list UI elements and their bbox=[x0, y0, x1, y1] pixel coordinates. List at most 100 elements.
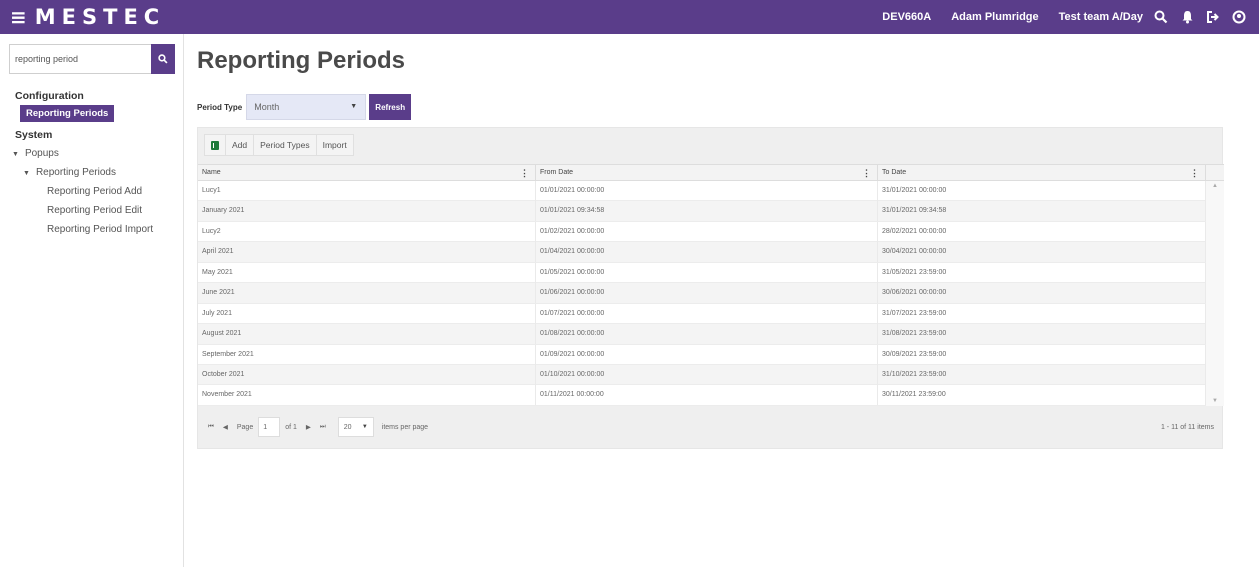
grid-scrollbar[interactable]: ▲ ▼ bbox=[1206, 181, 1224, 406]
table-row[interactable]: January 2021 01/01/2021 09:34:58 31/01/2… bbox=[198, 201, 1224, 222]
hamburger-icon[interactable]: ≡ bbox=[10, 5, 27, 29]
cell-from-date: 01/02/2021 00:00:00 bbox=[536, 221, 878, 242]
grid-body: Lucy1 01/01/2021 00:00:00 31/01/2021 00:… bbox=[198, 181, 1224, 406]
table-row[interactable]: Lucy1 01/01/2021 00:00:00 31/01/2021 00:… bbox=[198, 181, 1224, 202]
cell-to-date: 30/06/2021 00:00:00 bbox=[878, 283, 1206, 304]
nav-item-popups-label: Popups bbox=[24, 148, 59, 159]
sidebar-search-button[interactable] bbox=[151, 44, 175, 74]
cell-to-date: 31/07/2021 23:59:00 bbox=[878, 303, 1206, 324]
items-per-page-label: items per page bbox=[381, 423, 429, 431]
cell-to-date: 31/10/2021 23:59:00 bbox=[878, 364, 1206, 385]
last-page-icon[interactable]: ⏭ bbox=[320, 423, 326, 431]
sidebar-item-reporting-periods-active[interactable]: Reporting Periods bbox=[20, 105, 115, 122]
column-header-to-date[interactable]: To Date ⋮ bbox=[878, 165, 1206, 181]
nav-group-system[interactable]: System bbox=[0, 127, 184, 144]
refresh-button[interactable]: Refresh bbox=[369, 94, 412, 120]
export-excel-button[interactable] bbox=[204, 134, 226, 156]
pager-info: 1 - 11 of 11 items bbox=[1160, 423, 1214, 431]
period-type-label: Period Type bbox=[197, 102, 243, 112]
scroll-up-icon[interactable]: ▲ bbox=[1212, 183, 1218, 189]
cell-to-date: 30/09/2021 23:59:00 bbox=[878, 344, 1206, 365]
period-types-button[interactable]: Period Types bbox=[253, 134, 317, 156]
page-size-value: 20 bbox=[343, 423, 352, 431]
excel-icon bbox=[211, 140, 219, 150]
page-of-label: of 1 bbox=[285, 423, 297, 431]
column-header-to-date-label: To Date bbox=[882, 169, 907, 176]
nav-item-reporting-periods[interactable]: ▼ Reporting Periods bbox=[0, 163, 184, 182]
cell-from-date: 01/11/2021 00:00:00 bbox=[536, 385, 878, 406]
column-header-from-date[interactable]: From Date ⋮ bbox=[536, 165, 878, 181]
scroll-down-icon[interactable]: ▼ bbox=[1212, 398, 1218, 404]
cell-from-date: 01/08/2021 00:00:00 bbox=[536, 324, 878, 345]
table-row[interactable]: June 2021 01/06/2021 00:00:00 30/06/2021… bbox=[198, 283, 1224, 304]
nav-item-reporting-period-add[interactable]: Reporting Period Add bbox=[0, 182, 184, 201]
nav-item-reporting-period-import[interactable]: Reporting Period Import bbox=[0, 220, 184, 239]
reporting-periods-grid: Name ⋮ From Date ⋮ To Date ⋮ Lucy1 01/01… bbox=[198, 164, 1224, 406]
bell-icon[interactable] bbox=[1179, 9, 1195, 25]
import-button[interactable]: Import bbox=[315, 134, 354, 156]
logout-icon[interactable] bbox=[1205, 9, 1221, 25]
page-number-input[interactable]: 1 bbox=[258, 417, 281, 437]
page-size-select[interactable]: 20 ▼ bbox=[337, 417, 374, 437]
prev-page-icon[interactable]: ◀ bbox=[223, 423, 228, 431]
period-type-filter: Period Type Month ▼ Refresh bbox=[197, 94, 412, 120]
column-menu-icon[interactable]: ⋮ bbox=[1190, 165, 1199, 181]
period-type-select[interactable]: Month ▼ bbox=[246, 94, 367, 120]
cell-to-date: 31/01/2021 00:00:00 bbox=[878, 181, 1206, 201]
column-menu-icon[interactable]: ⋮ bbox=[862, 165, 871, 181]
table-row[interactable]: October 2021 01/10/2021 00:00:00 31/10/2… bbox=[198, 364, 1224, 386]
user-link[interactable]: Adam Plumridge bbox=[951, 11, 1038, 23]
sidebar: Configuration Reporting Periods System ▼… bbox=[0, 34, 184, 567]
brand-logo: MESTEC bbox=[34, 5, 166, 29]
device-link[interactable]: DEV660A bbox=[882, 11, 931, 23]
cell-to-date: 30/11/2021 23:59:00 bbox=[878, 385, 1206, 406]
cell-from-date: 01/05/2021 00:00:00 bbox=[536, 262, 878, 283]
chevron-down-icon: ▼ bbox=[361, 424, 368, 430]
cell-from-date: 01/01/2021 09:34:58 bbox=[536, 201, 878, 222]
brand[interactable]: ≡ MESTEC bbox=[0, 5, 165, 29]
nav-item-popups[interactable]: ▼ Popups bbox=[0, 144, 184, 163]
first-page-icon[interactable]: ⏮ bbox=[208, 423, 214, 431]
cell-name: September 2021 bbox=[198, 344, 536, 365]
next-page-icon[interactable]: ▶ bbox=[306, 423, 311, 431]
table-row[interactable]: Lucy2 01/02/2021 00:00:00 28/02/2021 00:… bbox=[198, 221, 1224, 243]
column-header-from-date-label: From Date bbox=[540, 169, 574, 176]
grid-panel: Add Period Types Import Name ⋮ From Date… bbox=[197, 127, 1224, 449]
caret-down-icon: ▼ bbox=[12, 151, 19, 158]
table-row[interactable]: September 2021 01/09/2021 00:00:00 30/09… bbox=[198, 344, 1224, 365]
table-row[interactable]: November 2021 01/11/2021 00:00:00 30/11/… bbox=[198, 385, 1224, 406]
cell-from-date: 01/04/2021 00:00:00 bbox=[536, 242, 878, 263]
cell-from-date: 01/10/2021 00:00:00 bbox=[536, 364, 878, 385]
nav-group-configuration[interactable]: Configuration bbox=[0, 88, 184, 105]
period-type-value: Month bbox=[254, 102, 280, 112]
nav-item-reporting-period-edit[interactable]: Reporting Period Edit bbox=[0, 201, 184, 220]
cell-name: October 2021 bbox=[198, 364, 536, 385]
header-right: DEV660A Adam Plumridge Test team A/Day bbox=[862, 9, 1259, 25]
caret-down-icon: ▼ bbox=[23, 170, 30, 177]
cell-from-date: 01/07/2021 00:00:00 bbox=[536, 303, 878, 324]
column-header-name[interactable]: Name ⋮ bbox=[198, 165, 536, 181]
cell-to-date: 31/05/2021 23:59:00 bbox=[878, 262, 1206, 283]
cell-name: January 2021 bbox=[198, 201, 536, 222]
nav-item-reporting-periods-label: Reporting Periods bbox=[35, 167, 116, 178]
cell-from-date: 01/01/2021 00:00:00 bbox=[536, 181, 878, 201]
column-menu-icon[interactable]: ⋮ bbox=[520, 165, 529, 181]
table-row[interactable]: July 2021 01/07/2021 00:00:00 31/07/2021… bbox=[198, 303, 1224, 325]
sidebar-nav: Configuration Reporting Periods System ▼… bbox=[0, 88, 184, 239]
cell-to-date: 31/08/2021 23:59:00 bbox=[878, 324, 1206, 345]
search-icon bbox=[158, 54, 168, 64]
sidebar-search-input[interactable] bbox=[9, 44, 151, 74]
page-title: Reporting Periods bbox=[197, 47, 406, 74]
cell-to-date: 28/02/2021 00:00:00 bbox=[878, 221, 1206, 242]
search-icon[interactable] bbox=[1153, 9, 1169, 25]
main-content: Reporting Periods Period Type Month ▼ Re… bbox=[184, 34, 1259, 567]
user-icon[interactable] bbox=[1231, 9, 1247, 25]
table-row[interactable]: April 2021 01/04/2021 00:00:00 30/04/202… bbox=[198, 242, 1224, 263]
team-link[interactable]: Test team A/Day bbox=[1059, 11, 1143, 23]
add-button[interactable]: Add bbox=[225, 134, 255, 156]
cell-name: April 2021 bbox=[198, 242, 536, 263]
table-row[interactable]: May 2021 01/05/2021 00:00:00 31/05/2021 … bbox=[198, 262, 1224, 284]
cell-name: November 2021 bbox=[198, 385, 536, 406]
table-row[interactable]: August 2021 01/08/2021 00:00:00 31/08/20… bbox=[198, 324, 1224, 345]
cell-name: June 2021 bbox=[198, 283, 536, 304]
